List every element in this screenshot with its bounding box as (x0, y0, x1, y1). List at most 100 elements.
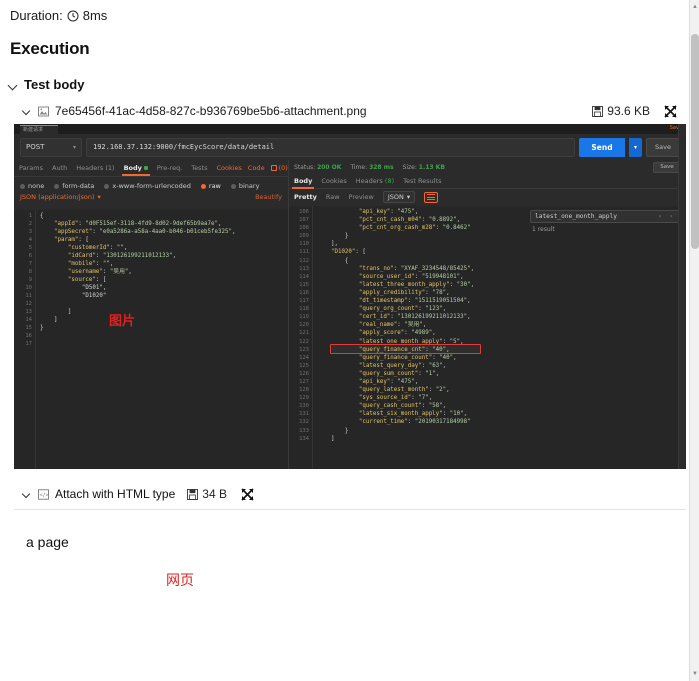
postman-right-rail (678, 124, 686, 469)
comment-icon (270, 165, 277, 171)
response-tab-test-results[interactable]: Test Results (403, 174, 441, 189)
tab-prerequest[interactable]: Pre-req. (157, 161, 182, 176)
search-nav-icons[interactable]: ‹ › (658, 213, 675, 220)
size-label-group: Size: 1.13 KB (403, 164, 445, 171)
tab-params[interactable]: Params (19, 161, 43, 176)
attachment-png-row[interactable]: 7e65456f-41ac-4d58-827c-b936769be5b6-att… (22, 104, 677, 118)
body-type-none-label: none (28, 182, 45, 190)
chevron-down-icon: ▾ (97, 193, 101, 201)
image-file-icon (38, 106, 49, 117)
report-page: Duration: 8ms Execution Test body 7e6545… (0, 0, 689, 681)
body-modified-dot-icon (143, 165, 148, 170)
response-search-input[interactable]: latest_one_month_apply ‹ › (530, 210, 680, 223)
postman-request-tab[interactable]: 新建请求 (20, 125, 58, 134)
postman-request-tab-label: 新建请求 (23, 127, 44, 133)
request-body-editor[interactable]: 1 2 3 4 5 6 7 8 9 10 11 12 13 14 15 16 17 { "appId": "d0… (14, 210, 288, 469)
postman-tabbar: 新建请求 Save (14, 124, 686, 134)
response-gutter: 106 107 108 109 110 111 112 113 114 115 116 117 118 1… (289, 206, 313, 469)
chevron-down-icon (22, 106, 32, 116)
page-scrollbar[interactable]: ▲ ▼ (689, 0, 699, 681)
annotation-image-label: 图片 (109, 314, 136, 329)
body-format-select[interactable]: JSON (application/json) ▾ (20, 193, 101, 201)
response-body-viewer[interactable]: 106 107 108 109 110 111 112 113 114 115 116 117 118 1… (289, 206, 686, 469)
http-method-value: POST (26, 143, 45, 151)
tab-body-label: Body (123, 163, 142, 172)
send-options-caret[interactable]: ▾ (629, 137, 642, 157)
request-pane: Params Auth Headers (1) Body Pre-req. Te… (14, 160, 289, 469)
http-method-select[interactable]: POST ▾ (20, 137, 82, 157)
body-type-binary-label: binary (238, 182, 260, 190)
chevron-down-icon: ▾ (406, 193, 411, 201)
status-label-group: Status: 200 OK (294, 164, 341, 171)
response-format-value: JSON (387, 193, 404, 201)
chevron-down-icon: ▾ (72, 143, 76, 151)
response-tab-headers-label: Headers (355, 176, 383, 185)
fullscreen-icon[interactable] (241, 487, 254, 501)
tab-tests[interactable]: Tests (191, 161, 207, 176)
fullscreen-icon[interactable] (664, 104, 677, 118)
chevron-down-icon (22, 489, 32, 499)
response-headers-count: (8) (384, 176, 395, 185)
url-input[interactable]: 192.168.37.132:9000/fmcEycScore/data/det… (86, 137, 575, 157)
postman-url-bar: POST ▾ 192.168.37.132:9000/fmcEycScore/d… (14, 134, 686, 160)
tab-auth[interactable]: Auth (52, 161, 67, 176)
response-status-row: Status: 200 OK Time: 328 ms Size: 1.13 K… (289, 160, 686, 174)
format-tab-preview[interactable]: Preview (349, 193, 374, 201)
tab-headers[interactable]: Headers (1) (76, 161, 114, 176)
attachment-png-meta: 93.6 KB (592, 104, 650, 118)
save-response-button[interactable]: Save (653, 161, 681, 173)
duration-row: Duration: 8ms (0, 0, 689, 23)
send-button[interactable]: Send (579, 137, 625, 157)
format-tab-pretty[interactable]: Pretty (294, 193, 317, 201)
request-gutter: 1 2 3 4 5 6 7 8 9 10 11 12 13 14 15 16 17 (14, 210, 36, 469)
scroll-up-arrow-icon[interactable]: ▲ (691, 2, 699, 12)
response-search-value: latest_one_month_apply (535, 213, 617, 220)
comment-count: (0) (278, 164, 288, 172)
scroll-down-arrow-icon[interactable]: ▼ (691, 669, 699, 679)
beautify-link[interactable]: Beautify (255, 193, 282, 201)
attachment-png-size: 93.6 KB (607, 104, 650, 118)
save-request-button[interactable]: Save (646, 137, 680, 157)
response-body-code: "api_key": "475", "pct_cnt_cash_m04": "0… (330, 209, 475, 442)
chevron-down-icon (8, 80, 18, 90)
response-format-row: Pretty Raw Preview JSON ▾ (289, 189, 686, 205)
comments-badge[interactable]: (0) (270, 164, 288, 172)
request-tabs-right: Cookies Code (0) (216, 164, 287, 172)
cookies-link[interactable]: Cookies (216, 164, 241, 172)
attachment-html-name: Attach with HTML type (55, 487, 176, 501)
postman-panes: Params Auth Headers (1) Body Pre-req. Te… (14, 124, 686, 469)
html-preview-text: a page (26, 534, 69, 550)
response-format-select[interactable]: JSON ▾ (382, 191, 416, 203)
response-search: latest_one_month_apply ‹ › 1 result (530, 210, 680, 233)
postman-screenshot: 新建请求 Save POST ▾ 192.168.37.132:9000/fmc… (14, 124, 686, 469)
radio-icon (200, 183, 206, 189)
duration-value: 8ms (82, 8, 108, 23)
code-link[interactable]: Code (248, 164, 265, 172)
body-type-binary[interactable]: binary (230, 182, 260, 190)
html-file-icon: </> (38, 488, 49, 500)
body-type-urlencoded-label: x-www-form-urlencoded (112, 182, 191, 190)
annotation-webpage-label: 网页 (166, 572, 194, 588)
wrap-lines-icon[interactable] (424, 191, 439, 203)
response-actions: Save (653, 161, 681, 173)
response-tab-cookies[interactable]: Cookies (321, 174, 346, 189)
radio-icon (20, 183, 25, 189)
scrollbar-thumb[interactable] (691, 34, 699, 249)
response-tab-body[interactable]: Body (291, 174, 315, 189)
radio-icon (230, 183, 236, 189)
tab-body[interactable]: Body (121, 161, 151, 176)
body-type-form-data[interactable]: form-data (54, 182, 94, 190)
response-tab-headers[interactable]: Headers (8) (356, 174, 394, 189)
url-value: 192.168.37.132:9000/fmcEycScore/data/det… (93, 143, 275, 151)
time-value: 328 ms (369, 163, 394, 171)
response-pane: Status: 200 OK Time: 328 ms Size: 1.13 K… (289, 160, 686, 469)
format-tab-raw[interactable]: Raw (326, 193, 340, 201)
clock-icon (67, 10, 79, 22)
status-label: Status: (294, 163, 316, 171)
attachment-html-row[interactable]: </> Attach with HTML type 34 B (22, 487, 677, 501)
test-body-section-toggle[interactable]: Test body (8, 77, 689, 92)
body-type-none[interactable]: none (20, 182, 44, 190)
body-type-urlencoded[interactable]: x-www-form-urlencoded (104, 182, 191, 190)
body-type-raw-label: raw (208, 182, 221, 190)
body-type-raw[interactable]: raw (200, 182, 221, 190)
